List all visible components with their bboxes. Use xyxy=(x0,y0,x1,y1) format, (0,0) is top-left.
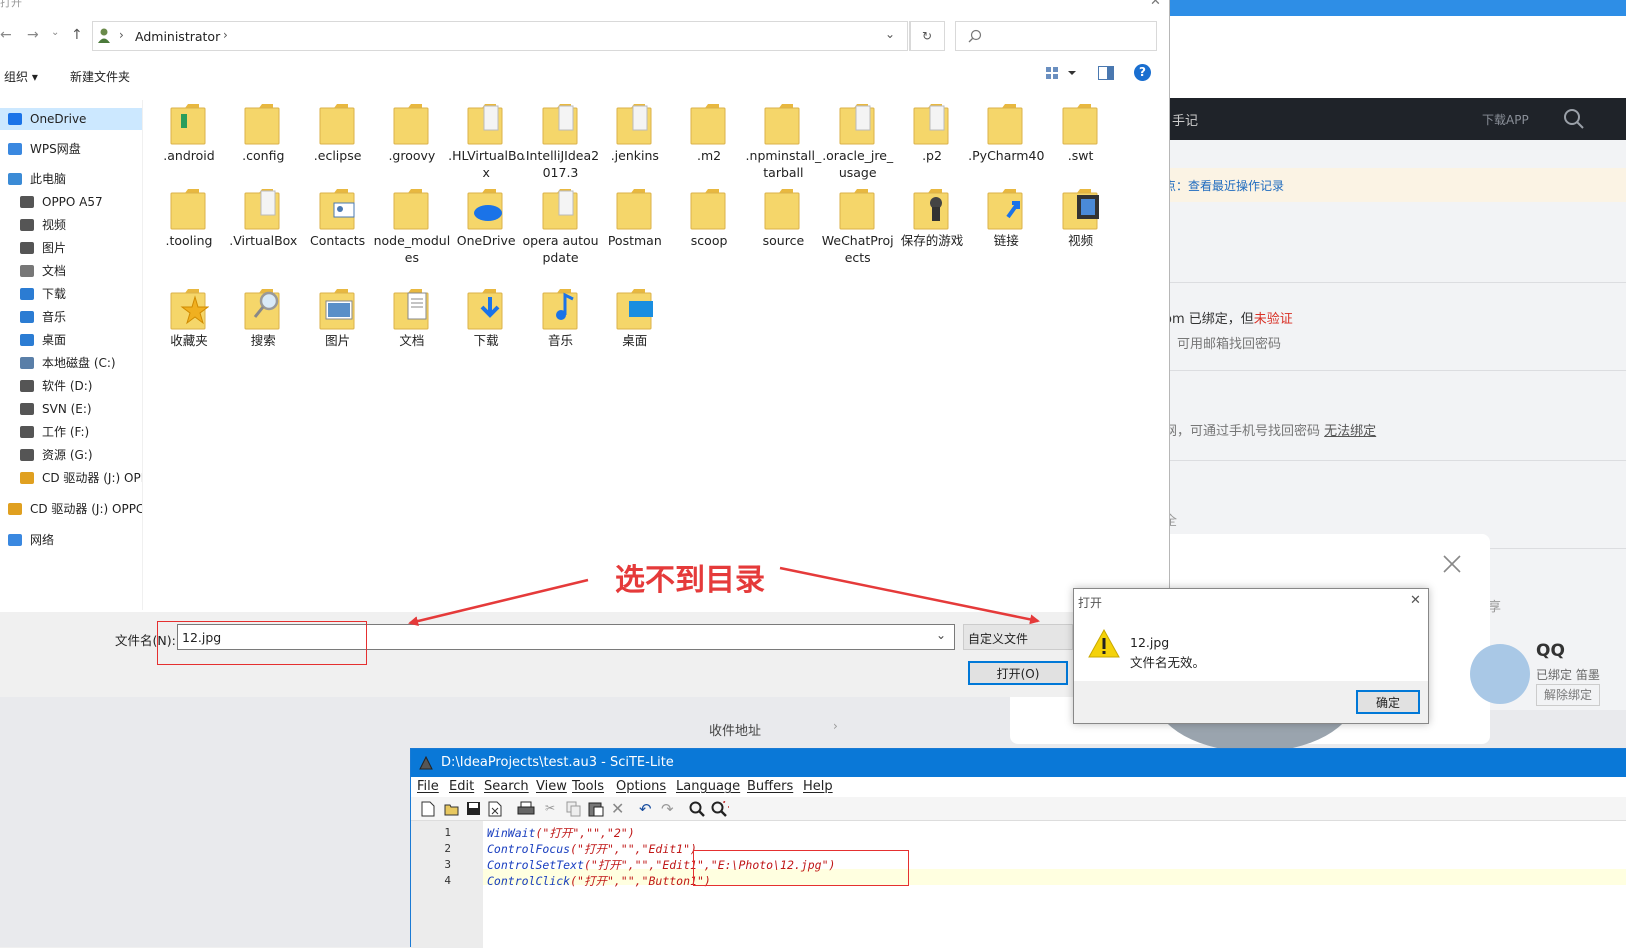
arrow-to-filename xyxy=(408,578,589,626)
arrow-to-filetype xyxy=(779,566,1040,625)
annotation-arrows xyxy=(408,566,1040,626)
